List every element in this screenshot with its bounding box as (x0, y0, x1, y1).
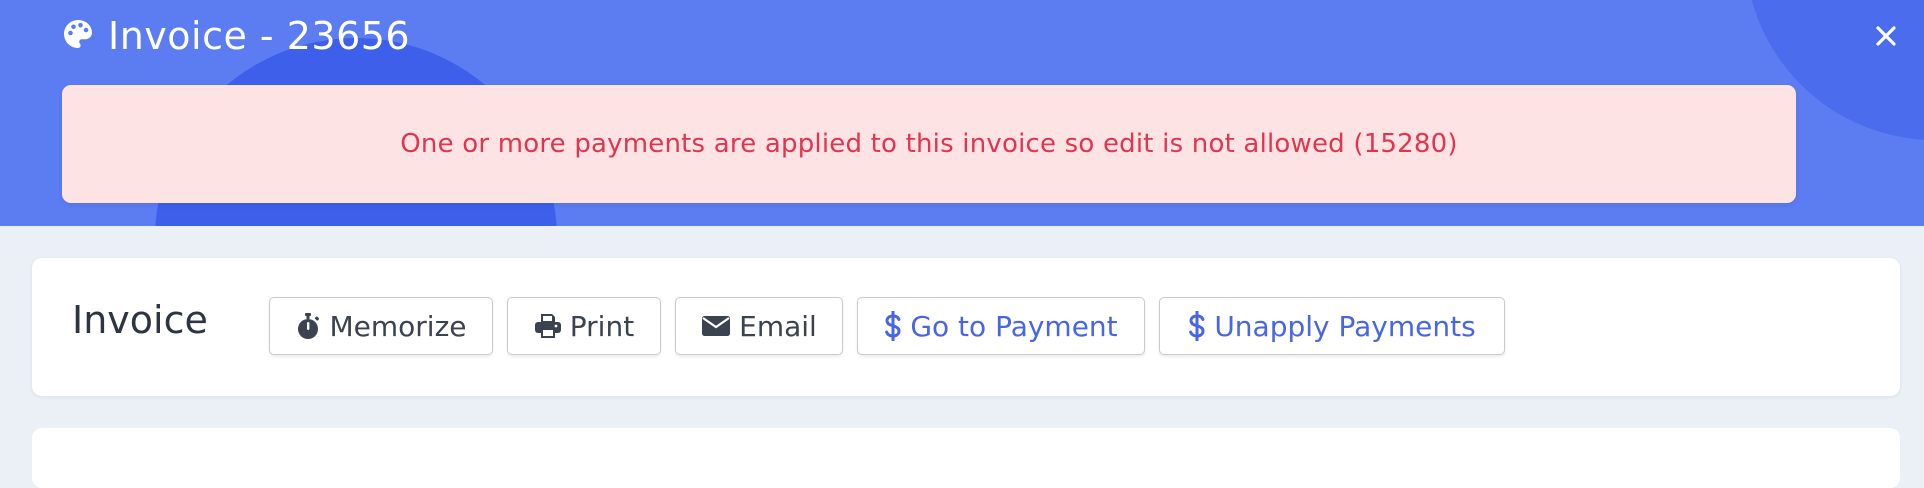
email-label: Email (739, 309, 817, 343)
palette-icon (62, 18, 94, 54)
close-button[interactable] (1868, 20, 1904, 56)
dollar-icon (884, 311, 902, 341)
print-button[interactable]: Print (507, 297, 661, 355)
go-to-payment-button[interactable]: Go to Payment (857, 297, 1145, 355)
invoice-toolbar-card: Invoice Memorize Print Email Go to Payme… (32, 258, 1900, 396)
envelope-icon (701, 315, 731, 337)
go-to-payment-label: Go to Payment (910, 309, 1118, 343)
unapply-payments-label: Unapply Payments (1214, 309, 1476, 343)
card-title: Invoice (72, 298, 208, 342)
stopwatch-icon (295, 312, 321, 340)
content-card (32, 428, 1900, 488)
modal-title: Invoice - 23656 (62, 14, 410, 58)
memorize-label: Memorize (329, 309, 467, 343)
print-label: Print (569, 309, 635, 343)
dollar-icon (1188, 311, 1206, 341)
modal-header: Invoice - 23656 One or more payments are… (0, 0, 1924, 226)
error-alert: One or more payments are applied to this… (62, 85, 1796, 203)
alert-message: One or more payments are applied to this… (400, 129, 1458, 159)
modal-title-text: Invoice - 23656 (108, 14, 411, 58)
close-icon (1875, 25, 1897, 51)
email-button[interactable]: Email (675, 297, 843, 355)
unapply-payments-button[interactable]: Unapply Payments (1159, 297, 1505, 355)
printer-icon (534, 313, 562, 339)
memorize-button[interactable]: Memorize (269, 297, 493, 355)
